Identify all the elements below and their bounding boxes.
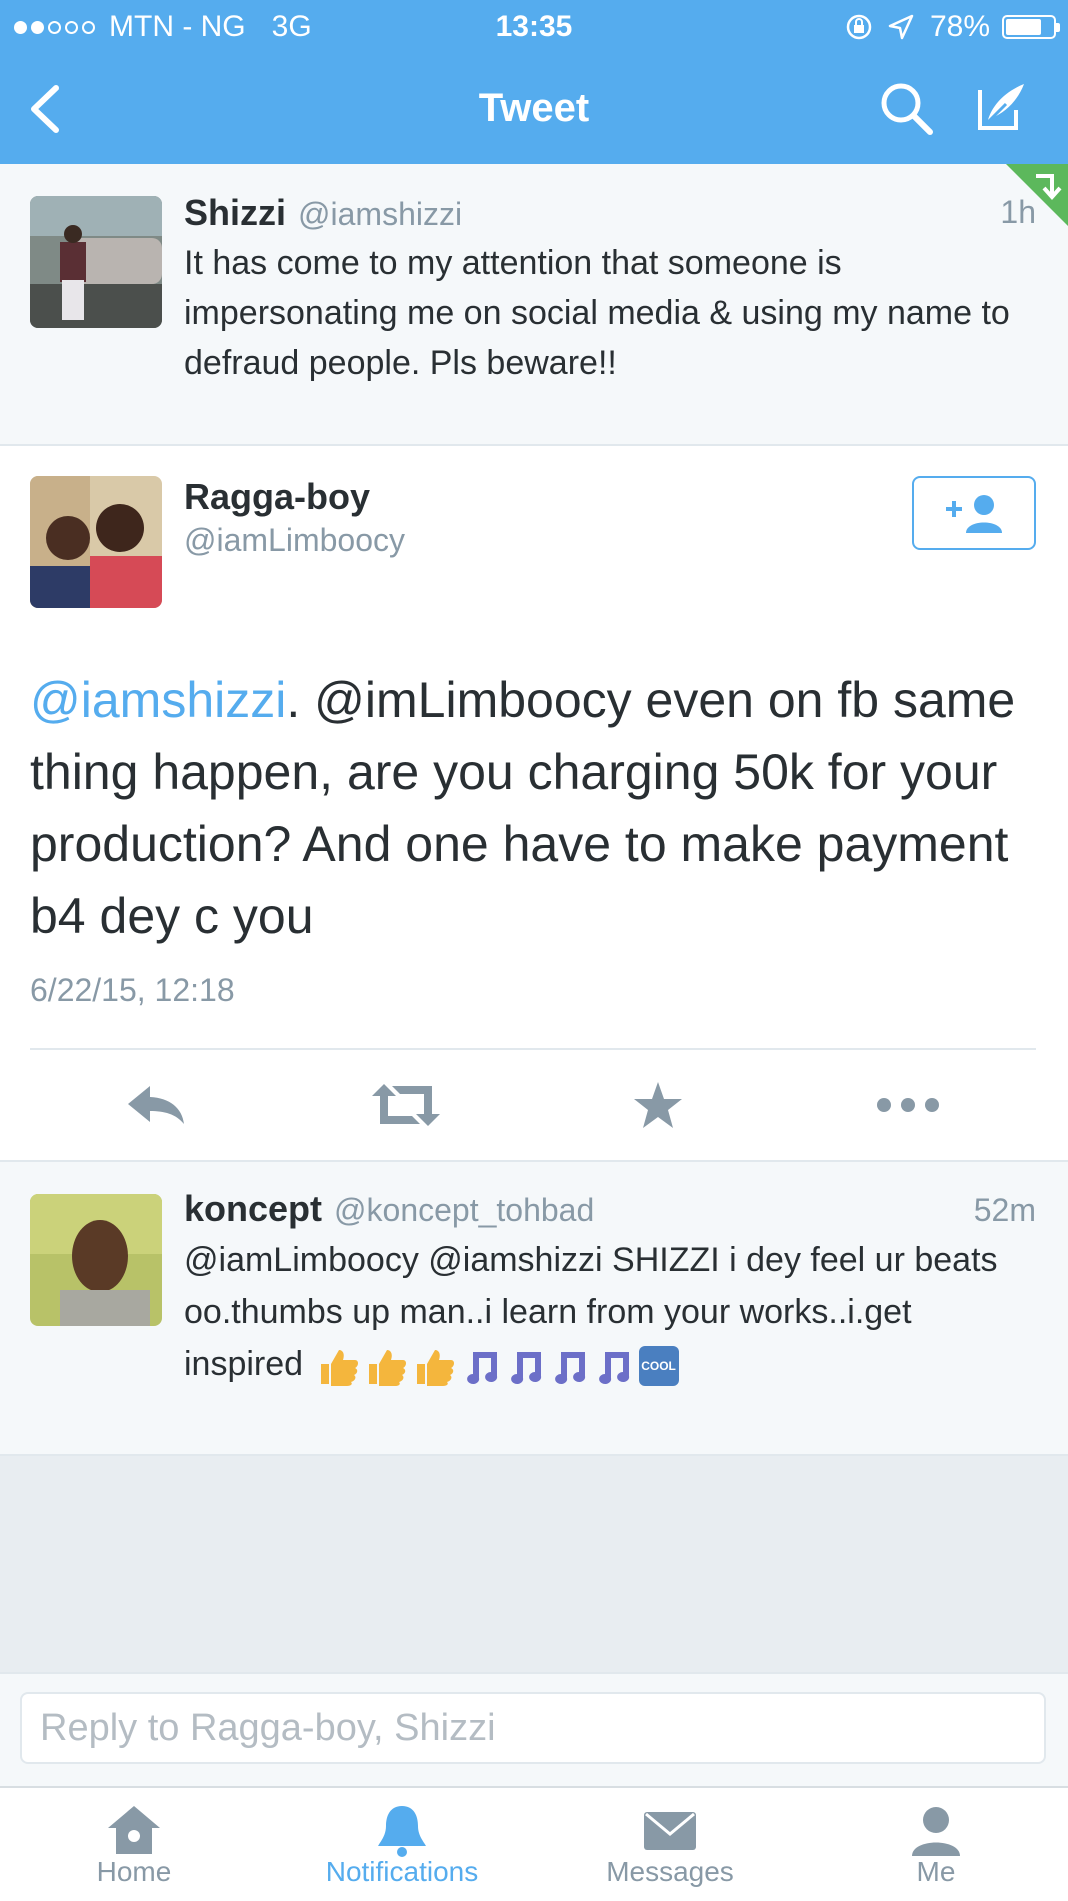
username: @koncept_tohbad [334,1192,595,1228]
reply-bar [0,1672,1068,1788]
status-right: 78% [844,10,1060,44]
username: @iamshizzi [298,196,463,232]
thumbs-up-icon [368,1350,406,1387]
music-note-icon [554,1352,585,1385]
tab-label: Notifications [325,1856,479,1887]
person-icon [912,1807,960,1856]
display-name[interactable]: koncept [184,1188,322,1229]
favorite-button[interactable] [618,1070,698,1140]
compose-icon[interactable] [970,76,1030,136]
empty-area [0,1456,1068,1672]
nav-bar: Tweet [0,64,1068,154]
thumbs-up-icon [320,1350,358,1387]
music-note-icon [510,1352,541,1385]
tab-label: Me [916,1856,956,1887]
thumbs-up-icon [416,1350,454,1387]
tweet-item[interactable]: Shizzi @iamshizzi 1h It has come to my at… [0,164,1068,446]
status-bar: MTN - NG 3G 13:35 78% [0,0,1068,56]
display-name[interactable]: Ragga-boy [184,476,370,518]
rotation-lock-icon [846,14,872,40]
tab-bar: Home Notifications Messages Me [0,1786,1068,1901]
search-icon[interactable] [876,78,936,138]
music-note-icon [598,1352,629,1385]
follow-button[interactable] [912,476,1036,550]
tab-notifications[interactable]: Notifications [282,1788,522,1901]
tweet-date: 6/22/15, 12:18 [30,972,235,1008]
retweet-icon [372,1084,440,1126]
tweet-detail: Ragga-boy @iamLimboocy @iamshizzi. @imLi… [0,446,1068,1162]
add-user-icon [946,495,1002,533]
tab-home[interactable]: Home [14,1788,254,1901]
tweet-item[interactable]: koncept @koncept_tohbad 52m @iamLimboocy … [0,1162,1068,1456]
battery-icon [1002,15,1060,39]
avatar[interactable] [30,476,162,608]
avatar[interactable] [30,1194,162,1326]
tweet-text: It has come to my attention that someone… [184,244,1010,382]
mention-link[interactable]: @iamshizzi [30,672,286,728]
action-bar [0,1050,1068,1158]
home-icon [108,1806,160,1854]
display-name[interactable]: Shizzi [184,192,286,233]
tweet-header: koncept @koncept_tohbad [184,1188,594,1230]
bell-icon [378,1806,426,1857]
location-icon [888,14,914,40]
star-icon [634,1082,682,1128]
tweet-text: @iamLimboocy @iamshizzi SHIZZI i dey fee… [184,1234,1028,1390]
retweet-button[interactable] [366,1070,446,1140]
tab-me[interactable]: Me [816,1788,1056,1901]
tweet-detail-text: @iamshizzi. @imLimboocy even on fb same … [30,664,1028,952]
more-icon [877,1098,939,1112]
tweet-header: Shizzi @iamshizzi [184,192,462,234]
top-bar: MTN - NG 3G 13:35 78% Tweet [0,0,1068,164]
music-note-icon [466,1352,497,1385]
reply-button[interactable] [116,1070,196,1140]
avatar[interactable] [30,196,162,328]
tab-label: Home [96,1856,172,1887]
timestamp: 1h [1000,194,1036,230]
timestamp: 52m [973,1192,1036,1228]
emoji-row: COOL [313,1345,679,1387]
battery-percent: 78% [929,10,990,43]
username: @iamLimboocy [184,522,405,558]
tab-label: Messages [606,1856,734,1887]
cool-icon: COOL [638,1346,679,1387]
reply-input[interactable] [20,1692,1046,1764]
tab-messages[interactable]: Messages [550,1788,790,1901]
reply-icon [128,1086,184,1124]
more-button[interactable] [868,1070,948,1140]
envelope-icon [644,1812,696,1850]
